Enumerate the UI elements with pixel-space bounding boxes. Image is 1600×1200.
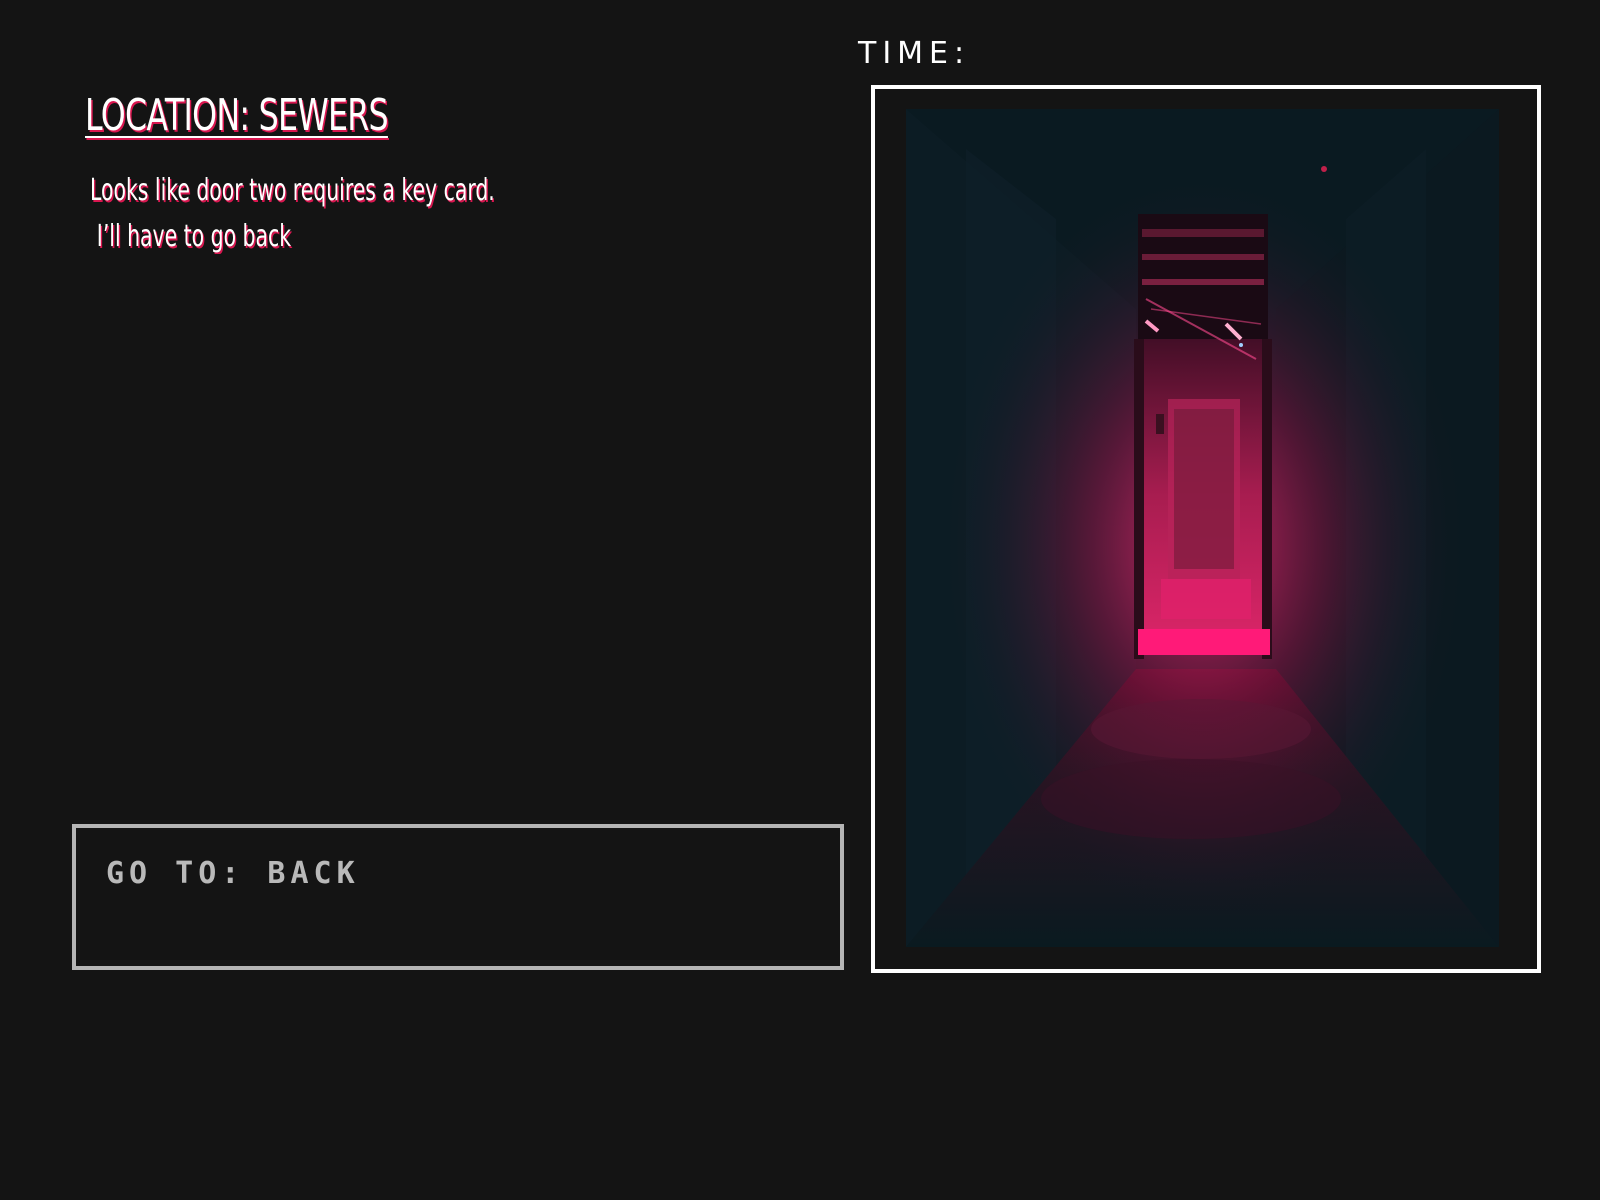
corridor-illustration [906, 109, 1499, 947]
neon-corridor-image [906, 109, 1499, 947]
time-label: TIME: [858, 36, 971, 71]
narration-line-1: Looks like door two requires a key card. [90, 173, 495, 208]
location-title: LOCATION: SEWERS [85, 90, 389, 141]
narration-line-2: I’ll have to go back [96, 219, 292, 254]
goto-back-button[interactable]: GO TO: BACK [72, 824, 844, 970]
goto-label: GO TO: BACK [106, 856, 360, 891]
narration-text: Looks like door two requires a key card.… [90, 168, 495, 260]
time-display: TIME: [858, 36, 970, 71]
scene-frame [871, 85, 1541, 973]
